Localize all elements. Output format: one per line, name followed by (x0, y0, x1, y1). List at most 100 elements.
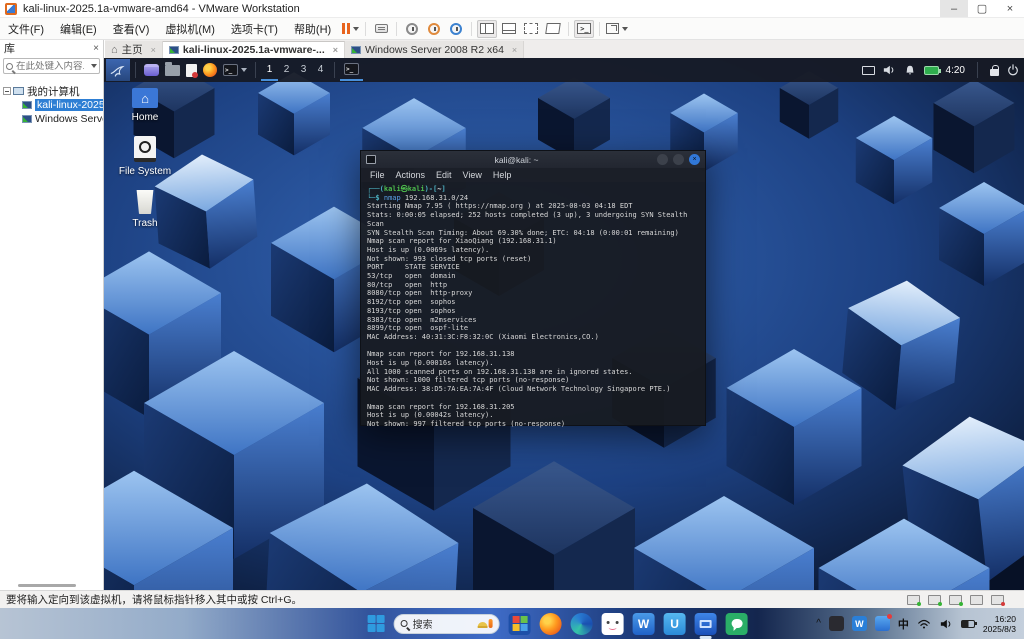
tab-close-icon[interactable]: × (512, 45, 517, 55)
windows-start-icon[interactable] (367, 615, 385, 632)
unity-button[interactable] (543, 20, 563, 38)
firefox-launcher[interactable] (200, 59, 220, 81)
library-panel-button[interactable] (477, 19, 498, 38)
search-dropdown-caret[interactable] (91, 64, 97, 68)
volume-icon[interactable] (939, 618, 953, 630)
library-search[interactable] (3, 58, 100, 74)
desktop-icon-filesystem[interactable]: File System (112, 136, 178, 177)
menu-edit[interactable]: 编辑(E) (52, 18, 105, 39)
launcher-dropdown-caret[interactable] (241, 68, 247, 72)
battery-icon[interactable] (923, 65, 941, 75)
close-icon[interactable]: × (689, 154, 700, 165)
tree-item-kali[interactable]: kali-linux-2025.1a (0, 98, 103, 112)
workspace-2[interactable]: 2 (278, 59, 295, 81)
workspace-3[interactable]: 3 (295, 59, 312, 81)
terminal-launcher[interactable]: >_ (220, 59, 250, 81)
ctrl-alt-del-button[interactable] (371, 20, 391, 38)
volume-icon[interactable] (882, 64, 896, 76)
thumbnail-bar-button[interactable] (499, 20, 519, 38)
menu-vm[interactable]: 虚拟机(M) (157, 18, 223, 39)
workspace-1[interactable]: 1 (261, 59, 278, 81)
taskbar-search[interactable]: 搜索 (393, 613, 500, 634)
text-editor-launcher[interactable] (183, 59, 200, 81)
terminal-body[interactable]: ┌──(kali㉿kali)-[~] └─$ nmap 192.168.31.0… (361, 182, 705, 429)
pause-icon (341, 23, 350, 34)
fit-dropdown-caret[interactable] (622, 26, 629, 31)
printer-icon[interactable] (991, 594, 1005, 606)
snapshot-take-icon (406, 22, 419, 35)
snapshot-manager-button[interactable] (446, 20, 466, 38)
face-app-icon[interactable] (601, 612, 624, 635)
file-manager-launcher[interactable] (162, 59, 183, 81)
tree-expander-icon[interactable] (3, 87, 11, 95)
library-search-input[interactable] (16, 60, 84, 72)
edge-icon[interactable] (570, 612, 593, 635)
tree-root-my-computer[interactable]: 我的计算机 (0, 84, 103, 98)
pause-dropdown-caret[interactable] (352, 26, 359, 31)
network-adapter-icon[interactable] (928, 594, 942, 606)
ime-indicator[interactable]: 中 (898, 616, 909, 632)
menu-view[interactable]: 查看(V) (105, 18, 158, 39)
tray-app-2-icon[interactable]: W (851, 616, 867, 631)
kali-clock[interactable]: 4:20 (946, 65, 965, 76)
close-button[interactable]: × (996, 0, 1024, 17)
tab-close-icon[interactable]: × (333, 45, 338, 55)
tab-home[interactable]: ⌂ 主页 × (105, 41, 163, 58)
vm-display[interactable]: >_ 1 2 3 4 >_ 4:20 ⌂ Home File System Tr… (104, 58, 1024, 590)
snapshot-take-button[interactable] (402, 20, 422, 38)
tab-kali[interactable]: kali-linux-2025.1a-vmware-... × (162, 41, 346, 58)
snapshot-revert-button[interactable] (424, 20, 444, 38)
store-icon[interactable] (508, 612, 531, 635)
vmware-taskbar-icon[interactable] (694, 612, 717, 639)
terminal-menu-help[interactable]: Help (493, 170, 512, 180)
display-icon[interactable] (861, 65, 875, 75)
fit-guest-button[interactable] (605, 20, 629, 38)
minimize-icon[interactable] (657, 154, 668, 165)
clock-time: 16:20 (994, 613, 1016, 624)
library-close-icon[interactable]: × (93, 43, 99, 54)
power-icon[interactable] (1006, 64, 1020, 76)
notifications-bell-icon[interactable] (903, 64, 917, 76)
pause-button[interactable] (340, 20, 360, 38)
fullscreen-button[interactable] (521, 20, 541, 38)
terminal-titlebar[interactable]: kali@kali: ~ × (361, 151, 705, 168)
workspace-4[interactable]: 4 (312, 59, 329, 81)
firefox-icon[interactable] (539, 612, 562, 635)
w-app-icon[interactable]: W (632, 612, 655, 635)
terminal-menu-file[interactable]: File (370, 170, 385, 180)
hard-disk-icon[interactable] (907, 594, 921, 606)
desktop-icon-home[interactable]: ⌂ Home (112, 88, 178, 123)
menu-file[interactable]: 文件(F) (0, 18, 52, 39)
maximize-icon[interactable] (673, 154, 684, 165)
menu-tabs[interactable]: 选项卡(T) (223, 18, 286, 39)
terminal-menu-edit[interactable]: Edit (436, 170, 452, 180)
sidebar-hscrollbar[interactable] (0, 584, 103, 588)
menu-help[interactable]: 帮助(H) (286, 18, 339, 39)
terminal-window[interactable]: kali@kali: ~ × File Actions Edit View He… (360, 150, 706, 429)
console-view-button[interactable]: >_ (574, 19, 595, 38)
tray-app-1-icon[interactable] (828, 616, 844, 631)
sound-icon[interactable] (949, 594, 963, 606)
vmware-app-icon (5, 2, 17, 15)
maximize-button[interactable]: ▢ (968, 0, 996, 17)
wifi-icon[interactable] (917, 618, 931, 630)
terminal-window-button[interactable]: >_ (340, 59, 363, 81)
terminal-menu-view[interactable]: View (463, 170, 482, 180)
app-window-launcher[interactable] (141, 59, 162, 81)
wechat-icon[interactable] (725, 612, 748, 635)
taskbar-clock[interactable]: 16:20 2025/8/3 (983, 614, 1020, 634)
terminal-menu-actions[interactable]: Actions (396, 170, 426, 180)
titlebar[interactable]: kali-linux-2025.1a-vmware-amd64 - VMware… (0, 0, 1024, 18)
desktop-icon-trash[interactable]: Trash (112, 190, 178, 229)
tray-app-3-icon[interactable] (874, 614, 892, 631)
tab-winserver[interactable]: Windows Server 2008 R2 x64 × (345, 41, 525, 58)
hidden-icons-chevron[interactable]: ^ (816, 618, 821, 629)
tab-close-icon[interactable]: × (151, 45, 156, 55)
kali-menu-button[interactable] (106, 59, 130, 81)
tree-item-winserver[interactable]: Windows Server 2008 (0, 112, 103, 126)
u-app-icon[interactable]: U (663, 612, 686, 635)
battery-icon[interactable] (960, 619, 977, 628)
minimize-button[interactable]: – (940, 0, 968, 17)
lock-icon[interactable] (990, 64, 999, 76)
removable-device-icon[interactable] (970, 594, 983, 605)
